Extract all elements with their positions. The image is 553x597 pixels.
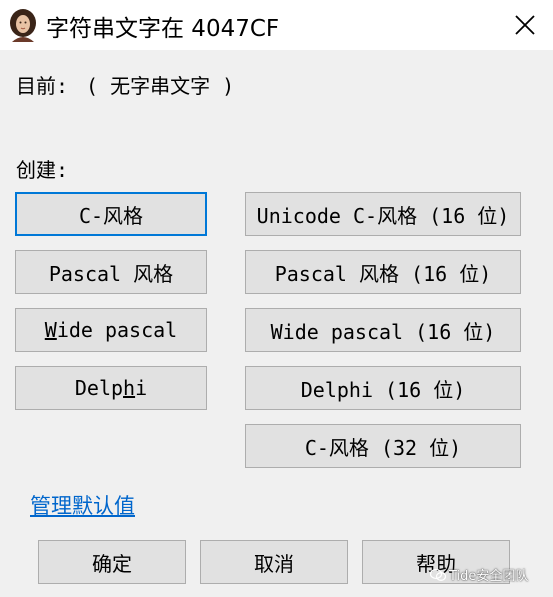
button-label: C-风格 (32 位) bbox=[304, 435, 462, 460]
pascal-style-16-button[interactable]: Pascal 风格 (16 位) bbox=[245, 250, 521, 294]
accelerator-key: W bbox=[44, 318, 57, 342]
button-label: 取消 bbox=[254, 551, 294, 576]
unicode-c-style-16-button[interactable]: Unicode C-风格 (16 位) bbox=[245, 192, 521, 236]
pascal-style-button[interactable]: Pascal 风格 bbox=[15, 250, 207, 294]
button-label: Wide pascal bbox=[45, 318, 177, 342]
watermark-text: Tide安全团队 bbox=[449, 569, 529, 584]
close-icon bbox=[515, 15, 535, 35]
current-label: 目前: bbox=[16, 74, 69, 98]
button-label: Delphi bbox=[75, 376, 147, 400]
title-bar: 字符串文字在 4047CF bbox=[0, 0, 553, 50]
accelerator-key: h bbox=[123, 376, 136, 400]
delphi-16-button[interactable]: Delphi (16 位) bbox=[245, 366, 521, 410]
manage-defaults-link[interactable]: 管理默认值 bbox=[30, 490, 135, 520]
c-style-32-button[interactable]: C-风格 (32 位) bbox=[245, 424, 521, 468]
create-label: 创建: bbox=[16, 158, 69, 182]
ok-button[interactable]: 确定 bbox=[38, 540, 186, 584]
cancel-button[interactable]: 取消 bbox=[200, 540, 348, 584]
portrait-icon bbox=[6, 8, 40, 42]
button-label: Unicode C-风格 (16 位) bbox=[256, 203, 510, 228]
button-label: Pascal 风格 (16 位) bbox=[274, 261, 492, 286]
button-label-rest: ide pascal bbox=[56, 318, 178, 342]
chat-bubble-icon bbox=[430, 568, 446, 581]
window-title: 字符串文字在 4047CF bbox=[46, 16, 280, 42]
delphi-button[interactable]: Delphi bbox=[15, 366, 207, 410]
button-label: Wide pascal (16 位) bbox=[270, 319, 496, 344]
button-label-rest: i bbox=[135, 376, 148, 400]
button-label-start: Delp bbox=[74, 376, 124, 400]
button-label: 确定 bbox=[92, 551, 132, 576]
current-value: ( 无字串文字 ) bbox=[86, 74, 235, 98]
button-label: Delphi (16 位) bbox=[300, 377, 466, 402]
wide-pascal-16-button[interactable]: Wide pascal (16 位) bbox=[245, 308, 521, 352]
watermark: Tide安全团队 bbox=[430, 565, 528, 584]
button-label: C-风格 bbox=[78, 203, 144, 228]
close-button[interactable] bbox=[497, 0, 553, 50]
button-label: Pascal 风格 bbox=[48, 261, 174, 286]
c-style-button[interactable]: C-风格 bbox=[15, 192, 207, 236]
wide-pascal-button[interactable]: Wide pascal bbox=[15, 308, 207, 352]
